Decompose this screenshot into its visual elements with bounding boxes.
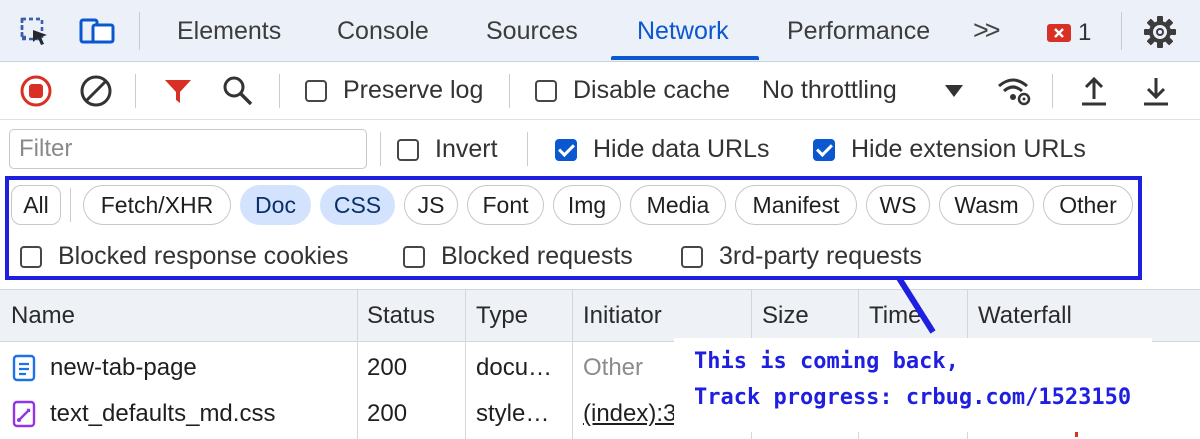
network-conditions-icon[interactable] xyxy=(994,71,1034,111)
toolbar-divider xyxy=(279,74,280,108)
document-file-icon xyxy=(12,345,38,391)
highlight-box xyxy=(5,176,1142,280)
hide-extension-urls-checkbox[interactable] xyxy=(813,139,835,161)
tab-network[interactable]: Network xyxy=(637,0,729,62)
toolbar-divider xyxy=(509,74,510,108)
error-badge-icon[interactable] xyxy=(1047,24,1071,42)
invert-label: Invert xyxy=(435,135,498,163)
request-name: text_defaults_md.css xyxy=(50,400,276,427)
filter-divider xyxy=(380,132,381,166)
column-header-size[interactable]: Size xyxy=(762,290,809,342)
tab-sources[interactable]: Sources xyxy=(486,0,578,62)
hide-extension-urls-label: Hide extension URLs xyxy=(851,135,1086,163)
filter-divider xyxy=(527,132,528,166)
request-status: 200 xyxy=(367,400,408,427)
dropdown-caret-icon[interactable] xyxy=(934,71,974,111)
devtools-tab-bar: Elements Console Sources Network Perform… xyxy=(0,0,1200,62)
annotation-line-2: Track progress: crbug.com/1523150 xyxy=(694,385,1132,410)
column-header-status[interactable]: Status xyxy=(367,290,435,342)
column-header-type[interactable]: Type xyxy=(476,290,528,342)
tab-console[interactable]: Console xyxy=(337,0,429,62)
preserve-log-checkbox[interactable] xyxy=(305,80,327,102)
column-header-waterfall[interactable]: Waterfall xyxy=(978,290,1072,342)
preserve-log-label: Preserve log xyxy=(343,76,484,104)
request-type: style… xyxy=(476,400,550,427)
disable-cache-label: Disable cache xyxy=(573,76,731,104)
tab-performance[interactable]: Performance xyxy=(787,0,930,62)
request-status: 200 xyxy=(367,354,408,381)
device-toolbar-icon[interactable] xyxy=(77,12,117,52)
record-stop-icon[interactable] xyxy=(16,71,56,111)
annotation-callout: This is coming back, Track progress: crb… xyxy=(674,338,1152,432)
tab-elements[interactable]: Elements xyxy=(177,0,281,62)
stylesheet-file-icon xyxy=(12,391,38,437)
export-har-download-icon[interactable] xyxy=(1136,71,1176,111)
settings-gear-icon[interactable] xyxy=(1140,12,1180,52)
annotation-line-1: This is coming back, xyxy=(694,349,959,374)
search-icon[interactable] xyxy=(218,71,258,111)
disable-cache-checkbox[interactable] xyxy=(535,80,557,102)
hide-data-urls-checkbox[interactable] xyxy=(555,139,577,161)
more-tabs-button[interactable]: >> xyxy=(973,0,1000,62)
throttling-select[interactable]: No throttling xyxy=(762,76,897,105)
request-name: new-tab-page xyxy=(50,354,197,381)
requests-table-header: Name Status Type Initiator Size Time Wat… xyxy=(0,289,1200,342)
toolbar-divider xyxy=(1052,74,1053,108)
hide-data-urls-label: Hide data URLs xyxy=(593,135,770,163)
import-har-upload-icon[interactable] xyxy=(1074,71,1114,111)
inspect-element-icon[interactable] xyxy=(15,12,55,52)
active-tab-indicator xyxy=(611,56,759,60)
column-header-initiator[interactable]: Initiator xyxy=(583,290,662,342)
tabbar-divider xyxy=(139,12,140,50)
clear-icon[interactable] xyxy=(76,71,116,111)
tabbar-divider xyxy=(1121,12,1122,50)
column-header-name[interactable]: Name xyxy=(11,290,75,342)
error-count[interactable]: 1 xyxy=(1078,0,1091,62)
filter-funnel-icon[interactable] xyxy=(158,71,198,111)
request-type: docu… xyxy=(476,354,553,381)
filter-input[interactable]: Filter xyxy=(9,129,367,169)
toolbar-divider xyxy=(135,74,136,108)
invert-checkbox[interactable] xyxy=(397,139,419,161)
column-header-time[interactable]: Time xyxy=(869,290,927,342)
network-toolbar: Preserve log Disable cache No throttling xyxy=(0,62,1200,120)
filter-row: Filter Invert Hide data URLs Hide extens… xyxy=(0,120,1200,176)
